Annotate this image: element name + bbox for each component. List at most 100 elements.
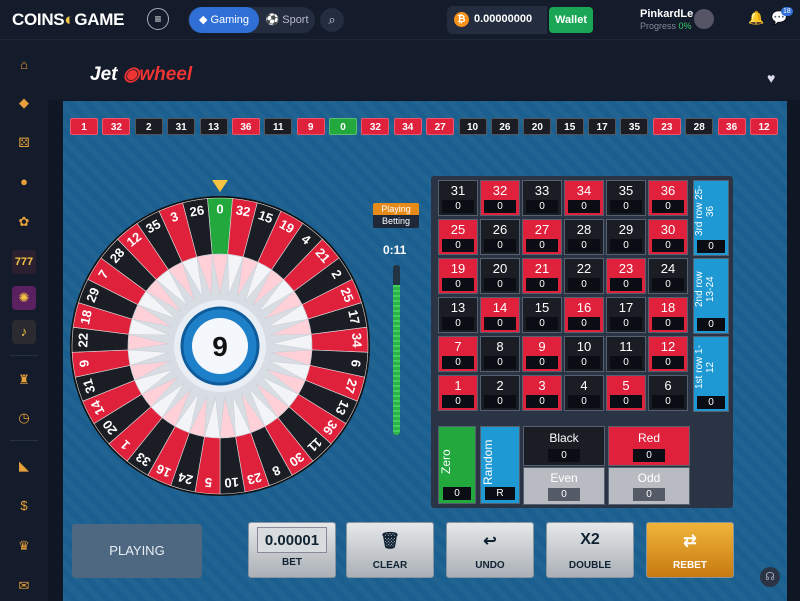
zero-bet[interactable]: Zero 0 (438, 426, 476, 504)
clock-icon[interactable]: ◷ (12, 406, 36, 430)
avatar[interactable] (694, 9, 714, 29)
number-cell[interactable]: 17 0 (606, 297, 646, 333)
cell-bet: 0 (568, 317, 600, 330)
number-cell[interactable]: 30 0 (648, 219, 688, 255)
cell-bet: 0 (610, 356, 642, 369)
number-cell[interactable]: 10 (438, 375, 478, 411)
cell-bet: 0 (526, 278, 558, 291)
number-cell[interactable]: 35 0 (606, 180, 646, 216)
notification-bell-icon[interactable]: 🔔 (748, 10, 764, 26)
playing-button[interactable]: PLAYING (72, 524, 202, 578)
row-bet-3rd[interactable]: 3rd row 25-36 0 (693, 180, 729, 256)
candy-icon[interactable]: ✿ (12, 210, 36, 234)
ball-icon[interactable]: ● (12, 170, 36, 194)
menu-button[interactable]: ≡ (147, 8, 169, 30)
dice-icon[interactable]: ⚄ (12, 131, 36, 155)
tab-sport[interactable]: ⚽ Sport (261, 7, 313, 33)
number-cell[interactable]: 12 0 (648, 336, 688, 372)
cell-number: 8 (496, 339, 504, 354)
castle-icon[interactable]: ♜ (12, 368, 36, 392)
number-cell[interactable]: 27 0 (522, 219, 562, 255)
cell-number: 9 (538, 339, 546, 354)
status-badge: Playing Betting (373, 203, 419, 228)
favorite-heart-icon[interactable]: ♥ (767, 70, 775, 86)
history-item: 31 (167, 118, 196, 135)
double-button[interactable]: X2 DOUBLE (546, 522, 634, 578)
undo-button[interactable]: ↩ UNDO (446, 522, 534, 578)
row-bet-2nd[interactable]: 2nd row 13-24 0 (693, 258, 729, 334)
crown-icon[interactable]: ♛ (12, 534, 36, 558)
cell-bet: 0 (526, 356, 558, 369)
red-bet[interactable]: Red 0 (608, 426, 690, 466)
number-cell[interactable]: 23 0 (606, 258, 646, 294)
number-cell[interactable]: 80 (480, 336, 520, 372)
number-cell[interactable]: 36 0 (648, 180, 688, 216)
number-cell[interactable]: 16 0 (564, 297, 604, 333)
progress-label: Progress 0% (640, 21, 692, 31)
mode-switch: ◆ Gaming ⚽ Sport (188, 7, 315, 33)
search-icon[interactable]: ⌕ (320, 8, 344, 32)
number-cell[interactable]: 40 (564, 375, 604, 411)
number-cell[interactable]: 24 0 (648, 258, 688, 294)
money-bag-icon[interactable]: $ (12, 494, 36, 518)
cell-number: 31 (450, 183, 466, 198)
gift-icon[interactable]: ✉ (12, 574, 36, 598)
number-cell[interactable]: 32 0 (480, 180, 520, 216)
random-bet[interactable]: Random R (480, 426, 520, 504)
wallet-button[interactable]: Wallet (549, 7, 593, 33)
number-cell[interactable]: 31 0 (438, 180, 478, 216)
number-cell[interactable]: 33 0 (522, 180, 562, 216)
cell-bet: 0 (610, 200, 642, 213)
number-cell[interactable]: 29 0 (606, 219, 646, 255)
number-cell[interactable]: 26 0 (480, 219, 520, 255)
support-headset-icon[interactable]: ☊ (760, 567, 780, 587)
number-cell[interactable]: 34 0 (564, 180, 604, 216)
number-cell[interactable]: 30 (522, 375, 562, 411)
home-icon[interactable]: ⌂ (12, 53, 36, 77)
wheel-number: 17 (345, 308, 363, 325)
number-cell[interactable]: 14 0 (480, 297, 520, 333)
tab-gaming[interactable]: ◆ Gaming (189, 7, 259, 33)
black-bet[interactable]: Black 0 (523, 426, 605, 466)
username[interactable]: PinkardLe (640, 8, 693, 20)
bet-amount-value[interactable]: 0.00001 (257, 527, 327, 553)
number-cell[interactable]: 70 (438, 336, 478, 372)
number-cell[interactable]: 20 0 (480, 258, 520, 294)
number-cell[interactable]: 28 0 (564, 219, 604, 255)
number-cell[interactable]: 19 0 (438, 258, 478, 294)
status-playing: Playing (373, 203, 419, 215)
site-logo[interactable]: COINS◐GAME (12, 10, 124, 30)
timer-fill (393, 285, 400, 435)
number-cell[interactable]: 50 (606, 375, 646, 411)
cell-number: 23 (618, 261, 634, 276)
number-cell[interactable]: 25 0 (438, 219, 478, 255)
timer-bar (393, 265, 400, 435)
rebet-button[interactable]: ⇄ REBET (646, 522, 734, 578)
number-cell[interactable]: 22 0 (564, 258, 604, 294)
slots-777-icon[interactable]: 777 (12, 250, 36, 274)
even-bet[interactable]: Even 0 (523, 467, 605, 505)
cell-number: 7 (454, 339, 462, 354)
number-cell[interactable]: 90 (522, 336, 562, 372)
number-cell[interactable]: 13 0 (438, 297, 478, 333)
bell-icon[interactable]: ♪ (12, 320, 36, 344)
history-item: 32 (361, 118, 390, 135)
odd-bet[interactable]: Odd 0 (608, 467, 690, 505)
clear-button[interactable]: 🗑 CLEAR (346, 522, 434, 578)
cell-bet: 0 (568, 200, 600, 213)
number-cell[interactable]: 10 0 (564, 336, 604, 372)
row-bet-1st[interactable]: 1st row 1-12 0 (693, 336, 729, 412)
number-cell[interactable]: 18 0 (648, 297, 688, 333)
number-cell[interactable]: 21 0 (522, 258, 562, 294)
number-cell[interactable]: 11 0 (606, 336, 646, 372)
cell-number: 28 (576, 222, 592, 237)
number-cell[interactable]: 15 0 (522, 297, 562, 333)
number-cell[interactable]: 20 (480, 375, 520, 411)
wheel-icon[interactable]: ✺ (12, 286, 36, 310)
cell-number: 5 (622, 378, 630, 393)
cheese-icon[interactable]: ◣ (12, 454, 36, 478)
number-cell[interactable]: 60 (648, 375, 688, 411)
balance-display[interactable]: ₿ 0.00000000 (447, 6, 547, 34)
bet-amount-field[interactable]: 0.00001 BET (248, 522, 336, 578)
cube-icon[interactable]: ◆ (12, 91, 36, 115)
